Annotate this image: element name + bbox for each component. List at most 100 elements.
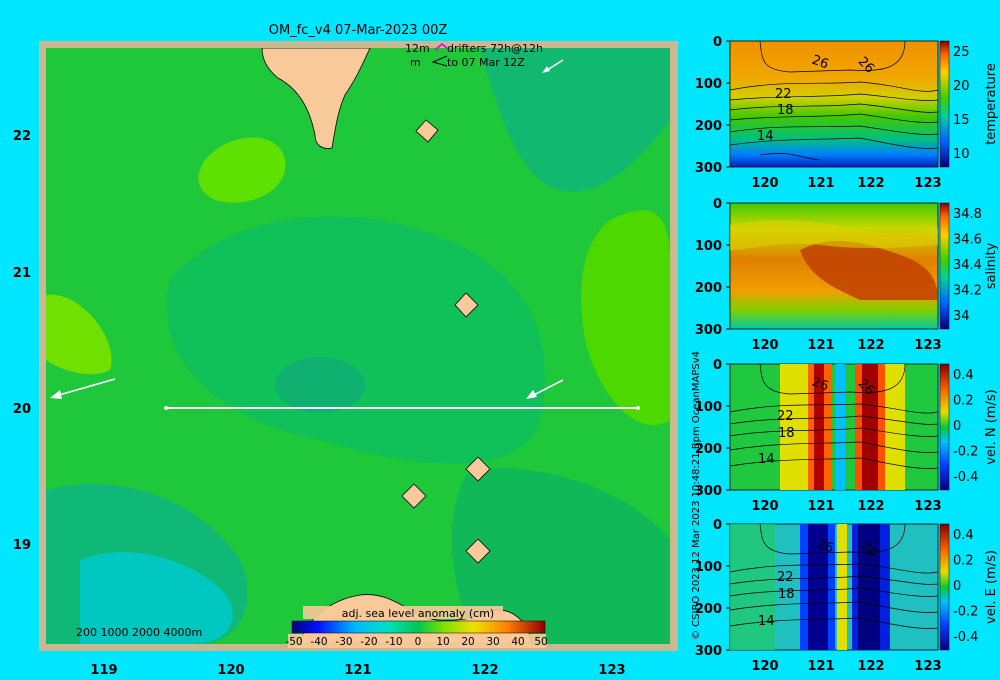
lon-tick: 122 — [857, 659, 884, 674]
colorbar-tick: 0 — [415, 636, 422, 648]
colorbar-tick: -50 — [285, 636, 302, 648]
colorbar-tick: -30 — [335, 636, 352, 648]
colorbar-tick: 34 — [953, 309, 970, 324]
contour-label: 14 — [758, 614, 775, 629]
colorbar-tick: 50 — [534, 636, 547, 648]
depth-tick: 0 — [713, 197, 722, 212]
lon-tick: 122 — [857, 499, 884, 514]
colorbar-tick: 30 — [486, 636, 499, 648]
lon-tick: 120 — [751, 499, 778, 514]
lon-tick: 122 — [857, 338, 884, 353]
temperature-field — [729, 40, 939, 168]
colorbar-tick: -0.4 — [953, 470, 978, 485]
contour-label: 22 — [775, 87, 792, 102]
depth-tick: 200 — [695, 119, 722, 134]
panel-temperature: 26 26 22 18 14 — [729, 40, 939, 168]
map-x-tick: 122 — [471, 663, 498, 678]
colorbar-tick: 0.2 — [953, 554, 974, 569]
anomaly-spot-center — [275, 357, 365, 413]
lon-tick: 123 — [914, 338, 941, 353]
panel-ylabel: vel. N (m/s) — [984, 389, 999, 464]
drifter-legend-unit: m — [410, 56, 421, 69]
depth-tick: 200 — [695, 442, 722, 457]
main-map: OM_fc_v4 07-Mar-2023 00Z 12m drifters 72… — [13, 23, 678, 678]
vel-e-band-1 — [730, 524, 775, 650]
map-x-axis: 119 120 121 122 123 — [90, 663, 625, 678]
vel-e-band-4 — [837, 524, 847, 650]
colorbar-tick: -0.2 — [953, 605, 978, 620]
map-y-axis: 22 21 20 19 — [13, 129, 31, 553]
sea-level-field — [46, 48, 670, 644]
lon-tick: 121 — [807, 659, 834, 674]
colorbar-tick: 0.4 — [953, 528, 974, 543]
colorbar-tick: -40 — [310, 636, 327, 648]
lon-tick: 121 — [807, 338, 834, 353]
depth-tick: 100 — [695, 239, 722, 254]
colorbar-tick: 34.8 — [953, 207, 982, 222]
colorbar-tick: 40 — [511, 636, 524, 648]
vel-n-field — [729, 363, 939, 491]
map-title: OM_fc_v4 07-Mar-2023 00Z — [269, 23, 448, 38]
panel-colorbar — [939, 363, 950, 491]
map-x-tick: 119 — [90, 663, 117, 678]
colorbar-tick: -0.4 — [953, 630, 978, 645]
vel-n-band-7 — [885, 364, 905, 490]
panel-ylabel: salinity — [984, 242, 999, 289]
contour-label: 18 — [778, 426, 795, 441]
map-y-tick: 19 — [13, 538, 31, 553]
colorbar-tick: -20 — [360, 636, 377, 648]
lon-tick: 123 — [914, 659, 941, 674]
map-x-tick: 121 — [344, 663, 371, 678]
depth-tick: 200 — [695, 602, 722, 617]
lon-tick: 120 — [751, 338, 778, 353]
depth-tick: 0 — [713, 35, 722, 50]
ocean-forecast-figure: OM_fc_v4 07-Mar-2023 00Z 12m drifters 72… — [13, 23, 999, 678]
contour-label: 18 — [778, 587, 795, 602]
depth-tick: 300 — [695, 161, 722, 176]
panel-vel-e: 26 26 22 18 14 — [729, 523, 939, 651]
drifter-legend-title: drifters 72h@12h — [447, 42, 543, 55]
colorbar-tick: -0.2 — [953, 445, 978, 460]
depth-legend: 200 1000 2000 4000m — [76, 626, 202, 639]
map-y-tick: 22 — [13, 129, 31, 144]
map-x-tick: 123 — [598, 663, 625, 678]
depth-tick: 0 — [713, 518, 722, 533]
lon-tick: 121 — [807, 176, 834, 191]
depth-tick: 300 — [695, 484, 722, 499]
colorbar-gradient — [291, 620, 546, 634]
panel-colorbar — [939, 40, 950, 168]
panel-colorbar — [939, 202, 950, 330]
colorbar-tick: 10 — [953, 147, 970, 162]
colorbar-tick: 0.4 — [953, 368, 974, 383]
lon-tick: 122 — [857, 176, 884, 191]
contour-label: 14 — [757, 129, 774, 144]
map-y-tick: 21 — [13, 266, 31, 281]
depth-tick: 100 — [695, 560, 722, 575]
depth-tick: 300 — [695, 644, 722, 659]
colorbar-tick: 34.4 — [953, 258, 982, 273]
colorbar-tick: 34.2 — [953, 284, 982, 299]
lon-tick: 121 — [807, 499, 834, 514]
contour-label: 22 — [777, 409, 794, 424]
lon-tick: 120 — [751, 176, 778, 191]
drifter-legend-scale: 12m — [405, 42, 430, 55]
vel-n-band-4 — [835, 364, 845, 490]
colorbar-tick: 25 — [953, 45, 970, 60]
colorbar-tick: 0.2 — [953, 394, 974, 409]
contour-label: 18 — [777, 103, 794, 118]
map-y-tick: 20 — [13, 402, 31, 417]
lon-tick: 123 — [914, 499, 941, 514]
colorbar-tick: 20 — [953, 79, 970, 94]
panel-salinity — [729, 202, 939, 330]
panel-ylabel: temperature — [984, 63, 999, 145]
colorbar-tick: 15 — [953, 113, 970, 128]
colorbar-tick: 20 — [461, 636, 474, 648]
lon-tick: 123 — [914, 176, 941, 191]
depth-tick: 100 — [695, 400, 722, 415]
contour-label: 22 — [777, 570, 794, 585]
map-x-tick: 120 — [217, 663, 244, 678]
depth-tick: 100 — [695, 77, 722, 92]
colorbar-tick: 10 — [436, 636, 449, 648]
panel-ylabel: vel. E (m/s) — [984, 550, 999, 624]
colorbar-tick: 34.6 — [953, 233, 982, 248]
